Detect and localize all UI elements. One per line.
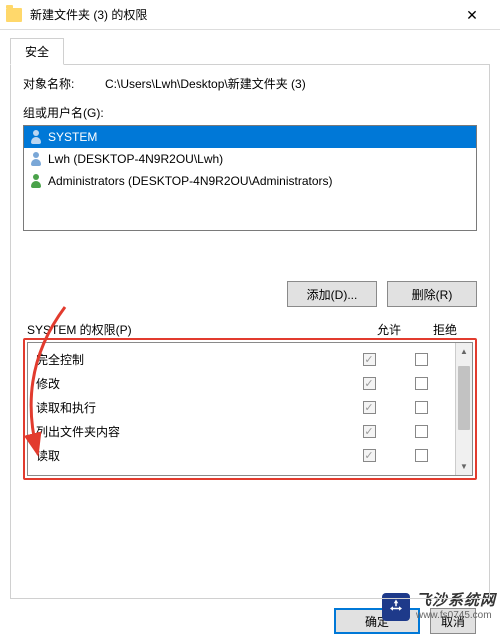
list-item-label: Lwh (DESKTOP-4N9R2OU\Lwh) (48, 152, 223, 166)
allow-checkbox[interactable] (363, 377, 376, 390)
table-row: 完全控制 (28, 347, 455, 371)
close-button[interactable]: ✕ (450, 1, 494, 29)
allow-checkbox[interactable] (363, 401, 376, 414)
cancel-button[interactable]: 取消 (430, 608, 476, 634)
add-button[interactable]: 添加(D)... (287, 281, 377, 307)
close-icon: ✕ (466, 8, 478, 22)
users-listbox[interactable]: SYSTEM Lwh (DESKTOP-4N9R2OU\Lwh) Administr… (23, 125, 477, 231)
annotation-highlight: 完全控制修改读取和执行列出文件夹内容读取 ▲ ▼ (23, 338, 477, 480)
permission-name: 读取 (36, 447, 343, 464)
column-allow: 允许 (361, 321, 417, 338)
security-panel: 对象名称: C:\Users\Lwh\Desktop\新建文件夹 (3) 组或用… (10, 64, 490, 599)
list-item[interactable]: Administrators (DESKTOP-4N9R2OU\Administ… (24, 170, 476, 192)
window-title: 新建文件夹 (3) 的权限 (30, 6, 450, 23)
permission-name: 完全控制 (36, 351, 343, 368)
remove-button[interactable]: 删除(R) (387, 281, 477, 307)
list-item[interactable]: SYSTEM (24, 126, 476, 148)
permissions-title: SYSTEM 的权限(P) (27, 321, 361, 338)
user-icon (28, 151, 44, 167)
scroll-thumb[interactable] (458, 366, 470, 430)
tab-security[interactable]: 安全 (10, 38, 64, 65)
allow-checkbox[interactable] (363, 353, 376, 366)
ok-button[interactable]: 确定 (334, 608, 420, 634)
tab-strip: 安全 (10, 38, 490, 65)
permissions-table: 完全控制修改读取和执行列出文件夹内容读取 ▲ ▼ (27, 342, 473, 476)
scrollbar-vertical[interactable]: ▲ ▼ (455, 343, 472, 475)
deny-checkbox[interactable] (415, 401, 428, 414)
scroll-down-button[interactable]: ▼ (456, 458, 472, 475)
dialog-content: 安全 对象名称: C:\Users\Lwh\Desktop\新建文件夹 (3) … (0, 30, 500, 643)
object-name-label: 对象名称: (23, 75, 105, 92)
table-row: 读取 (28, 443, 455, 467)
permissions-header: SYSTEM 的权限(P) 允许 拒绝 (23, 321, 477, 340)
allow-checkbox[interactable] (363, 449, 376, 462)
permission-name: 读取和执行 (36, 399, 343, 416)
group-users-label: 组或用户名(G): (23, 104, 477, 121)
folder-icon (6, 8, 22, 22)
deny-checkbox[interactable] (415, 449, 428, 462)
list-item-label: Administrators (DESKTOP-4N9R2OU\Administ… (48, 174, 333, 188)
window-titlebar: 新建文件夹 (3) 的权限 ✕ (0, 0, 500, 30)
table-row: 读取和执行 (28, 395, 455, 419)
scroll-up-button[interactable]: ▲ (456, 343, 472, 360)
deny-checkbox[interactable] (415, 377, 428, 390)
table-row: 修改 (28, 371, 455, 395)
user-icon (28, 129, 44, 145)
column-deny: 拒绝 (417, 321, 473, 338)
object-name-value: C:\Users\Lwh\Desktop\新建文件夹 (3) (105, 75, 477, 92)
permission-name: 修改 (36, 375, 343, 392)
scroll-track[interactable] (456, 360, 472, 458)
table-row: 列出文件夹内容 (28, 419, 455, 443)
list-item-label: SYSTEM (48, 130, 97, 144)
dialog-button-row: 确定 取消 (10, 599, 490, 643)
allow-checkbox[interactable] (363, 425, 376, 438)
deny-checkbox[interactable] (415, 353, 428, 366)
user-icon (28, 173, 44, 189)
deny-checkbox[interactable] (415, 425, 428, 438)
list-item[interactable]: Lwh (DESKTOP-4N9R2OU\Lwh) (24, 148, 476, 170)
permission-name: 列出文件夹内容 (36, 423, 343, 440)
